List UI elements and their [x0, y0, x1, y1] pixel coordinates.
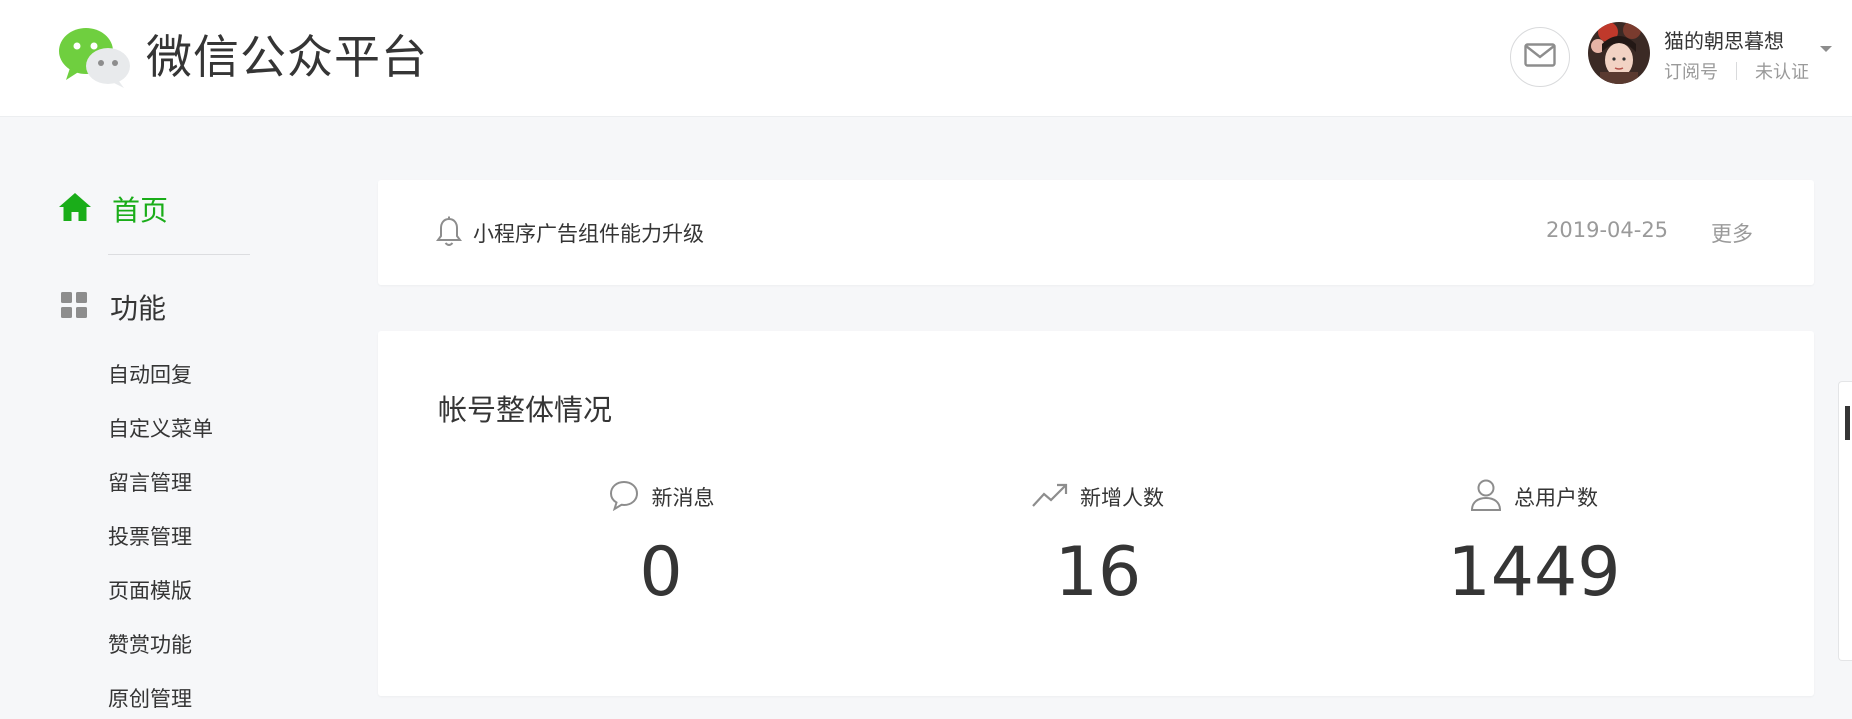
wechat-logo-icon — [56, 24, 132, 90]
sidebar-subitem-custom-menu[interactable]: 自定义菜单 — [108, 413, 213, 443]
section-title: 帐号整体情况 — [438, 393, 613, 427]
sidebar-item-home[interactable]: 首页 — [58, 189, 168, 229]
bell-icon — [436, 216, 462, 252]
stat-value: 0 — [639, 533, 683, 612]
top-header: 微信公众平台 猫的朝思暮想 订阅号 未认证 — [0, 0, 1852, 117]
stat-label: 总用户数 — [1514, 486, 1598, 510]
meta-divider — [1736, 62, 1737, 80]
grid-icon — [60, 291, 88, 323]
account-meta: 订阅号 未认证 — [1664, 58, 1809, 84]
stat-label: 新增人数 — [1080, 486, 1164, 510]
more-link[interactable]: 更多 — [1711, 218, 1753, 248]
sidebar-subitem-page-template[interactable]: 页面模版 — [108, 575, 192, 605]
verify-status[interactable]: 未认证 — [1755, 58, 1809, 84]
sidebar-item-label: 功能 — [110, 292, 167, 325]
notice-card: 小程序广告组件能力升级 2019-04-25 更多 — [378, 180, 1814, 285]
stat-new-followers[interactable]: 新增人数 16 — [948, 479, 1248, 609]
sidebar-item-label: 首页 — [112, 194, 169, 227]
notice-link[interactable]: 小程序广告组件能力升级 — [473, 218, 704, 248]
sidebar-subitem-vote-management[interactable]: 投票管理 — [108, 521, 192, 551]
logo[interactable]: 微信公众平台 — [56, 24, 428, 90]
stat-value: 16 — [1054, 533, 1142, 612]
sidebar-subitem-reward[interactable]: 赞赏功能 — [108, 629, 192, 659]
account-dropdown-icon[interactable] — [1820, 46, 1832, 52]
sidebar: 首页 功能 自动回复 自定义菜单 留言管理 投票管理 页面模版 赞赏功能 原创管… — [0, 117, 340, 719]
chat-bubble-icon — [608, 479, 640, 515]
sidebar-subitem-comment-management[interactable]: 留言管理 — [108, 467, 192, 497]
account-name[interactable]: 猫的朝思暮想 — [1664, 25, 1784, 54]
sidebar-divider — [108, 254, 250, 255]
stat-value: 1449 — [1447, 533, 1621, 612]
home-icon — [58, 192, 92, 226]
sidebar-subitem-original-management[interactable]: 原创管理 — [108, 683, 192, 713]
app-title: 微信公众平台 — [146, 30, 428, 84]
mail-button[interactable] — [1510, 27, 1570, 87]
stat-label: 新消息 — [651, 486, 715, 510]
sidebar-item-function[interactable]: 功能 — [60, 287, 166, 327]
mail-icon — [1524, 43, 1556, 71]
account-type: 订阅号 — [1664, 62, 1718, 83]
stat-new-messages[interactable]: 新消息 0 — [511, 479, 811, 609]
user-icon — [1470, 478, 1502, 516]
sidebar-subitem-auto-reply[interactable]: 自动回复 — [108, 359, 192, 389]
avatar[interactable] — [1588, 22, 1650, 84]
stat-total-users[interactable]: 总用户数 1449 — [1384, 479, 1684, 609]
notice-date: 2019-04-25 — [1546, 218, 1669, 242]
trend-up-icon — [1032, 482, 1068, 512]
floating-side-tab[interactable] — [1838, 381, 1852, 661]
side-tab-marker — [1845, 406, 1850, 440]
account-overview-card: 帐号整体情况 新消息 0 新增人数 16 总用户数 1449 — [378, 331, 1814, 696]
